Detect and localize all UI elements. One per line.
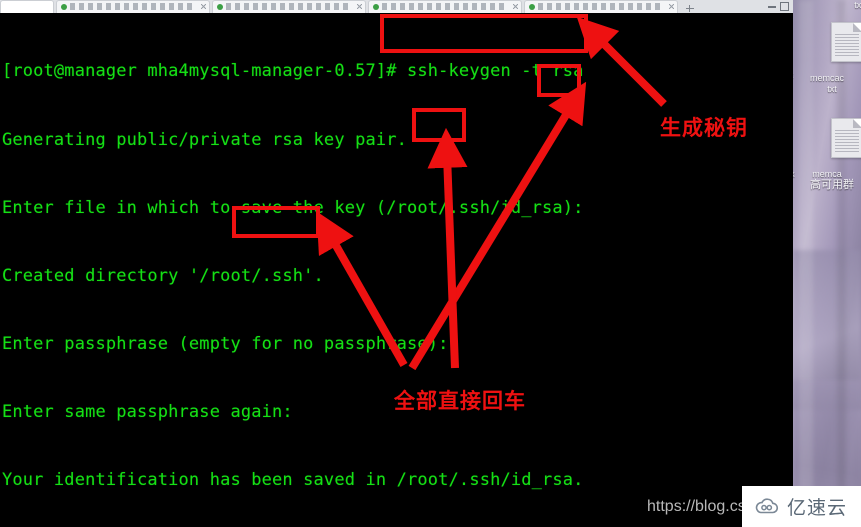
desktop-file-icon[interactable] [831,118,861,158]
desktop-file-icon[interactable] [831,22,861,62]
new-tab-button[interactable] [683,3,697,13]
terminal-window[interactable]: [root@manager mha4mysql-manager-0.57]# s… [0,13,793,527]
tab-favicon-icon [61,4,67,10]
site-watermark-text: 亿速云 [786,497,847,519]
site-watermark: 亿速云 [741,486,861,527]
minimize-icon[interactable] [768,5,776,8]
terminal-line: [root@manager mha4mysql-manager-0.57]# s… [2,61,584,82]
browser-tab-home[interactable] [0,0,54,13]
tab-close-icon[interactable] [513,4,518,9]
annotation-label-press-enter: 全部直接回车 [394,389,526,413]
desktop-file-partial-label-top: txt [854,0,861,10]
browser-tab-2[interactable] [212,0,366,13]
terminal-line: Enter same passphrase again: [2,401,293,422]
terminal-line: Generating public/private rsa key pair. [2,129,408,150]
maximize-icon[interactable] [780,2,789,11]
terminal-line: Your identification has been saved in /r… [2,469,584,490]
document-lines-icon [835,130,859,154]
browser-tab-4[interactable] [524,0,678,13]
terminal-line: Created directory '/root/.ssh'. [2,265,324,286]
browser-tab-bar[interactable] [0,0,793,14]
browser-tab-1[interactable] [56,0,210,13]
terminal-line: Enter passphrase (empty for no passphras… [2,333,449,354]
tab-favicon-icon [529,4,535,10]
tab-title-2 [226,3,351,10]
tab-favicon-icon [217,4,223,10]
desktop-background: txt memcac txt memca 高可用群 [793,0,861,527]
window-controls[interactable] [768,2,793,13]
desktop-file-label-1-line2: txt [827,84,837,94]
tab-title-1 [70,3,195,10]
annotation-label-generate-key: 生成秘钥 [660,116,748,140]
terminal-output: [root@manager mha4mysql-manager-0.57]# s… [2,15,656,527]
tab-title-4 [538,3,663,10]
tab-close-icon[interactable] [669,4,674,9]
tab-title-3 [382,3,507,10]
desktop-file-label-1-line1: memcac [809,73,844,83]
document-lines-icon [835,34,859,58]
browser-tab-3[interactable] [368,0,522,13]
screenshot-root: txt memcac txt memca 高可用群 t .tx [0,0,861,527]
tab-favicon-icon [373,4,379,10]
blog-url-watermark: https://blog.csd [647,498,755,515]
tab-close-icon[interactable] [357,4,362,9]
cloud-logo-icon [754,497,780,516]
tab-close-icon[interactable] [201,4,206,9]
terminal-line: Enter file in which to save the key (/ro… [2,197,584,218]
desktop-file-label-2-line2: 高可用群 [810,179,854,191]
